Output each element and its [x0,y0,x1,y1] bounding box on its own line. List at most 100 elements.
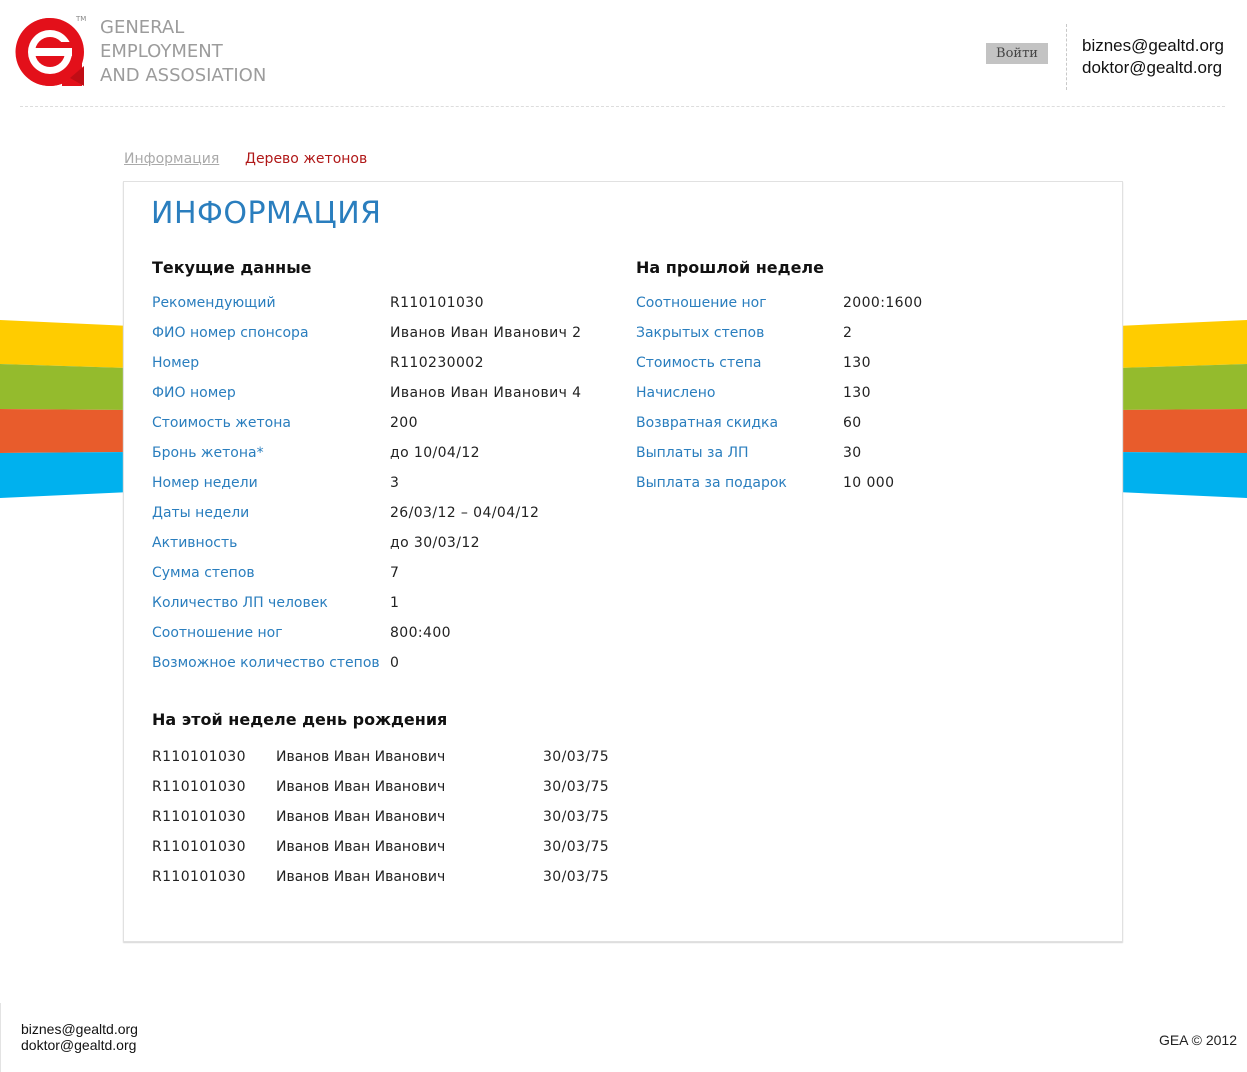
info-value: 26/03/12 – 04/04/12 [390,505,540,521]
info-label[interactable]: Начислено [636,378,715,408]
info-label[interactable]: Соотношение ног [152,618,283,648]
info-value: 0 [390,655,400,671]
info-label[interactable]: Количество ЛП человек [152,588,328,618]
info-value: 2000:1600 [843,295,923,311]
info-row: Номер недели 3 [152,468,612,498]
info-row: Стоимость жетона 200 [152,408,612,438]
header-contacts: biznes@gealtd.org doktor@gealtd.org [1082,35,1224,79]
info-row: Закрытых степов 2 [636,318,1096,348]
decorative-stripes-left [0,320,130,498]
birthday-id: R110101030 [152,779,246,795]
email-link-biznes[interactable]: biznes@gealtd.org [1082,35,1224,57]
info-label[interactable]: Выплата за подарок [636,468,787,498]
info-row: Рекомендующий R110101030 [152,288,612,318]
info-value: до 10/04/12 [390,445,480,461]
birthday-name: Иванов Иван Иванович [276,779,446,795]
info-value: 200 [390,415,418,431]
birthday-name: Иванов Иван Иванович [276,809,446,825]
info-value: R110101030 [390,295,484,311]
tab-token-tree[interactable]: Дерево жетонов [245,151,367,167]
footer-email-biznes[interactable]: biznes@gealtd.org [21,1021,138,1037]
footer-divider [0,1003,1,1072]
info-row: Стоимость степа 130 [636,348,1096,378]
info-value: R110230002 [390,355,484,371]
info-label[interactable]: Рекомендующий [152,288,276,318]
info-value: 800:400 [390,625,451,641]
info-value: до 30/03/12 [390,535,480,551]
info-label[interactable]: Стоимость жетона [152,408,291,438]
info-row: Выплаты за ЛП 30 [636,438,1096,468]
info-value: Иванов Иван Иванович 2 [390,325,582,341]
info-row: Сумма степов 7 [152,558,612,588]
info-label[interactable]: Номер [152,348,199,378]
tab-information[interactable]: Информация [124,151,219,167]
info-label[interactable]: Возможное количество степов [152,648,380,678]
birthday-id: R110101030 [152,839,246,855]
info-label[interactable]: Возвратная скидка [636,408,778,438]
header-divider [1066,24,1067,90]
last-week-heading: На прошлой неделе [636,258,824,277]
brand-name: GENERAL EMPLOYMENT AND ASSOSIATION [100,16,266,88]
information-card: ИНФОРМАЦИЯ Текущие данные На прошлой нед… [123,181,1123,942]
birthday-row: R110101030 Иванов Иван Иванович 30/03/75 [152,742,622,772]
info-label[interactable]: ФИО номер [152,378,236,408]
info-label[interactable]: Закрытых степов [636,318,764,348]
birthday-id: R110101030 [152,749,246,765]
info-value: 1 [390,595,400,611]
footer-contacts: biznes@gealtd.org doktor@gealtd.org [21,1021,138,1053]
page-title: ИНФОРМАЦИЯ [151,196,382,231]
birthday-date: 30/03/75 [543,809,610,825]
info-row: Даты недели 26/03/12 – 04/04/12 [152,498,612,528]
email-link-doktor[interactable]: doktor@gealtd.org [1082,57,1224,79]
info-value: 130 [843,385,871,401]
info-row: Возвратная скидка 60 [636,408,1096,438]
info-value: 7 [390,565,400,581]
birthdays-list: R110101030 Иванов Иван Иванович 30/03/75 R1… [152,742,622,892]
info-label[interactable]: Номер недели [152,468,258,498]
info-row: Возможное количество степов 0 [152,648,612,678]
info-label[interactable]: Даты недели [152,498,249,528]
birthday-date: 30/03/75 [543,869,610,885]
brand-line: EMPLOYMENT [100,41,223,62]
info-value: 3 [390,475,400,491]
gea-logo[interactable] [14,16,86,88]
info-value: Иванов Иван Иванович 4 [390,385,582,401]
footer-email-doktor[interactable]: doktor@gealtd.org [21,1037,138,1053]
login-button[interactable]: Войти [986,43,1048,64]
info-label[interactable]: ФИО номер спонсора [152,318,309,348]
info-row: ФИО номер Иванов Иван Иванович 4 [152,378,612,408]
info-label[interactable]: Выплаты за ЛП [636,438,749,468]
birthday-row: R110101030 Иванов Иван Иванович 30/03/75 [152,802,622,832]
info-value: 10 000 [843,475,895,491]
info-label[interactable]: Бронь жетона* [152,438,264,468]
info-row: Соотношение ног 800:400 [152,618,612,648]
brand-line: GENERAL [100,17,185,38]
birthday-name: Иванов Иван Иванович [276,839,446,855]
birthday-id: R110101030 [152,869,246,885]
info-label[interactable]: Активность [152,528,237,558]
info-value: 130 [843,355,871,371]
info-row: Бронь жетона* до 10/04/12 [152,438,612,468]
current-data-heading: Текущие данные [152,258,312,277]
info-label[interactable]: Стоимость степа [636,348,761,378]
birthday-name: Иванов Иван Иванович [276,869,446,885]
copyright: GEA © 2012 [1158,1032,1237,1048]
birthdays-heading: На этой неделе день рождения [152,710,448,729]
birthday-date: 30/03/75 [543,749,610,765]
birthday-row: R110101030 Иванов Иван Иванович 30/03/75 [152,832,622,862]
current-data-list: Рекомендующий R110101030 ФИО номер спонсор… [152,288,612,678]
info-value: 60 [843,415,862,431]
trademark-mark: TM [76,15,87,23]
last-week-list: Соотношение ног 2000:1600 Закрытых степов 2… [636,288,1096,498]
birthday-id: R110101030 [152,809,246,825]
info-row: Соотношение ног 2000:1600 [636,288,1096,318]
info-label[interactable]: Сумма степов [152,558,255,588]
info-row: Начислено 130 [636,378,1096,408]
info-label[interactable]: Соотношение ног [636,288,767,318]
birthday-row: R110101030 Иванов Иван Иванович 30/03/75 [152,862,622,892]
info-row: ФИО номер спонсора Иванов Иван Иванович 2 [152,318,612,348]
info-row: Номер R110230002 [152,348,612,378]
brand-line: AND ASSOSIATION [100,65,267,86]
info-value: 2 [843,325,853,341]
header-separator [20,106,1225,107]
